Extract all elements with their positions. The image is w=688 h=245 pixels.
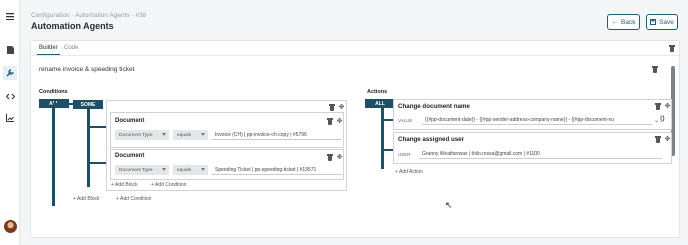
trash-icon[interactable] xyxy=(655,103,661,110)
add-block-link[interactable]: + Add Block xyxy=(73,196,100,202)
chevron-down-icon xyxy=(162,168,166,171)
move-icon[interactable]: ✥ xyxy=(338,104,345,111)
page-title: Automation Agents xyxy=(31,21,114,31)
condition-item: Document ✥ Document Type equals Invoice … xyxy=(110,112,344,148)
move-icon[interactable]: ✥ xyxy=(664,136,671,143)
trash-icon[interactable] xyxy=(329,104,335,111)
builder-card: Builder Code rename invoice & speeding t… xyxy=(30,40,680,238)
breadcrumb[interactable]: Configuration · Automation Agents · #38 xyxy=(31,12,146,19)
add-block-link[interactable]: + Add Block xyxy=(111,182,138,188)
action-value-input[interactable]: {{#pp-document-date}} - {{#pp-sender-add… xyxy=(422,115,652,125)
chevron-down-icon[interactable]: ⌄ xyxy=(654,117,659,124)
move-icon[interactable]: ✥ xyxy=(336,118,343,125)
tab-bar: Builder Code xyxy=(31,41,679,56)
condition-tree-line xyxy=(52,107,55,206)
move-icon[interactable]: ✥ xyxy=(664,103,671,110)
condition-operator-select[interactable]: equals xyxy=(173,165,208,175)
main-area: Configuration · Automation Agents · #38 … xyxy=(20,0,688,245)
save-button[interactable]: Save xyxy=(646,14,678,30)
arrow-left-icon: ← xyxy=(611,18,619,26)
wrench-icon[interactable] xyxy=(3,66,17,80)
document-icon[interactable] xyxy=(4,44,16,56)
action-title: Change assigned user xyxy=(398,136,465,143)
tab-code[interactable]: Code xyxy=(64,45,78,51)
move-icon[interactable]: ✥ xyxy=(336,154,343,161)
avatar[interactable] xyxy=(4,220,17,233)
action-title: Change document name xyxy=(398,103,470,110)
trash-icon[interactable] xyxy=(669,45,675,52)
condition-block: ✥ Document ✥ Document Type equals Invoic… xyxy=(106,100,347,191)
actions-all-pill[interactable]: ALL xyxy=(365,99,395,108)
agent-name[interactable]: rename invoice & speeding ticket xyxy=(39,66,134,73)
condition-item: Document ✥ Document Type equals Speeding… xyxy=(110,149,344,180)
action-field-label: VALUE xyxy=(398,118,413,123)
add-action-link[interactable]: + Add Action xyxy=(395,169,423,175)
condition-tree-branch xyxy=(53,103,73,105)
trash-icon[interactable] xyxy=(327,118,333,125)
chevron-down-icon xyxy=(201,133,205,136)
chevron-down-icon xyxy=(201,168,205,171)
trash-icon[interactable] xyxy=(652,66,658,73)
conditions-label: Conditions xyxy=(39,89,68,95)
trash-icon[interactable] xyxy=(655,136,661,143)
mouse-cursor-icon: ↖ xyxy=(445,200,453,210)
menu-icon[interactable] xyxy=(4,10,16,22)
condition-field-select[interactable]: Document Type xyxy=(115,130,169,140)
condition-field-select[interactable]: Document Type xyxy=(115,165,169,175)
actions-label: Actions xyxy=(367,89,388,95)
action-item: Change assigned user ✥ USER Granny Weath… xyxy=(393,132,672,164)
trash-icon[interactable] xyxy=(327,154,333,161)
action-user-input[interactable]: Granny Weatherwax | thilo.rossa@gmail.co… xyxy=(419,149,662,159)
code-icon[interactable] xyxy=(4,90,16,102)
add-condition-link[interactable]: + Add Condition xyxy=(116,196,151,202)
sidebar xyxy=(0,0,20,245)
condition-title: Document xyxy=(115,153,145,159)
chevron-down-icon xyxy=(162,133,166,136)
condition-operator-select[interactable]: equals xyxy=(173,130,208,140)
back-button[interactable]: ← Back xyxy=(607,14,640,30)
condition-value-input[interactable]: Invoice (CH) | pp-invoice-ch-copy | #579… xyxy=(212,130,342,140)
chart-icon[interactable] xyxy=(4,112,16,124)
condition-block-line xyxy=(87,108,90,187)
add-condition-link[interactable]: + Add Condition xyxy=(151,182,186,188)
action-field-label: USER xyxy=(398,152,411,157)
condition-title: Document xyxy=(115,118,145,124)
condition-value-input[interactable]: Speeding Ticket | pp-speeding-ticket | #… xyxy=(212,165,342,175)
save-icon xyxy=(650,19,657,25)
action-item: Change document name ✥ VALUE {{#pp-docum… xyxy=(393,99,672,130)
action-tree-line xyxy=(381,107,384,169)
tab-builder[interactable]: Builder xyxy=(37,45,60,55)
braces-icon[interactable]: {} xyxy=(660,116,665,122)
